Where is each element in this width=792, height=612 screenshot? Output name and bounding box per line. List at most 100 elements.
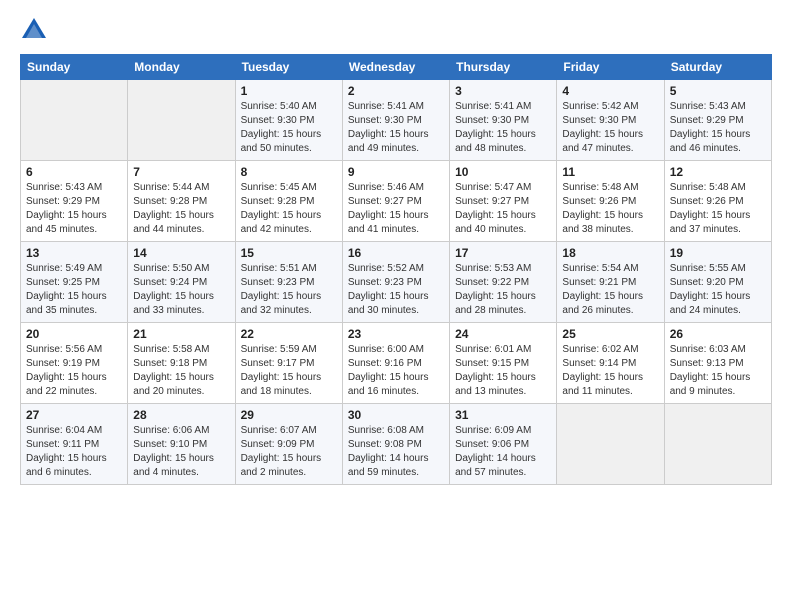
day-info: Sunrise: 5:56 AM Sunset: 9:19 PM Dayligh… (26, 343, 122, 399)
day-info: Sunrise: 6:03 AM Sunset: 9:13 PM Dayligh… (670, 343, 766, 399)
calendar-week-row: 1 Sunrise: 5:40 AM Sunset: 9:30 PM Daylig… (21, 80, 772, 161)
day-number: 22 (241, 327, 337, 341)
weekday-header-monday: Monday (128, 55, 235, 80)
calendar-cell (664, 404, 771, 485)
calendar-cell: 19Sunrise: 5:55 AM Sunset: 9:20 PM Dayli… (664, 242, 771, 323)
day-number: 9 (348, 165, 444, 179)
calendar-cell: 23Sunrise: 6:00 AM Sunset: 9:16 PM Dayli… (342, 323, 449, 404)
day-info: Sunrise: 6:06 AM Sunset: 9:10 PM Dayligh… (133, 424, 229, 480)
day-info: Sunrise: 6:00 AM Sunset: 9:16 PM Dayligh… (348, 343, 444, 399)
day-number: 28 (133, 408, 229, 422)
day-info: Sunrise: 5:43 AM Sunset: 9:29 PM Dayligh… (670, 100, 766, 156)
calendar-cell: 10 Sunrise: 5:47 AM Sunset: 9:27 PM Dayli… (450, 161, 557, 242)
calendar-cell: 30 Sunrise: 6:08 AM Sunset: 9:08 PM Dayli… (342, 404, 449, 485)
calendar-cell: 9 Sunrise: 5:46 AM Sunset: 9:27 PM Daylig… (342, 161, 449, 242)
day-info: Sunrise: 5:49 AM Sunset: 9:25 PM Dayligh… (26, 262, 122, 318)
day-number: 13 (26, 246, 122, 260)
day-number: 30 (348, 408, 444, 422)
day-info: Sunrise: 5:55 AM Sunset: 9:20 PM Dayligh… (670, 262, 766, 318)
calendar-week-row: 13 Sunrise: 5:49 AM Sunset: 9:25 PM Dayli… (21, 242, 772, 323)
day-info: Sunrise: 6:01 AM Sunset: 9:15 PM Dayligh… (455, 343, 551, 399)
calendar-cell: 2Sunrise: 5:41 AM Sunset: 9:30 PM Daylig… (342, 80, 449, 161)
calendar-cell: 14 Sunrise: 5:50 AM Sunset: 9:24 PM Dayli… (128, 242, 235, 323)
calendar-cell: 21Sunrise: 5:58 AM Sunset: 9:18 PM Dayli… (128, 323, 235, 404)
calendar-cell: 15 Sunrise: 5:51 AM Sunset: 9:23 PM Dayli… (235, 242, 342, 323)
calendar-cell: 13 Sunrise: 5:49 AM Sunset: 9:25 PM Dayli… (21, 242, 128, 323)
calendar-cell: 28 Sunrise: 6:06 AM Sunset: 9:10 PM Dayli… (128, 404, 235, 485)
calendar-cell: 7 Sunrise: 5:44 AM Sunset: 9:28 PM Daylig… (128, 161, 235, 242)
calendar-cell: 29 Sunrise: 6:07 AM Sunset: 9:09 PM Dayli… (235, 404, 342, 485)
day-info: Sunrise: 6:08 AM Sunset: 9:08 PM Dayligh… (348, 424, 444, 480)
calendar-cell: 26 Sunrise: 6:03 AM Sunset: 9:13 PM Dayli… (664, 323, 771, 404)
page: SundayMondayTuesdayWednesdayThursdayFrid… (0, 0, 792, 495)
calendar-cell (128, 80, 235, 161)
day-info: Sunrise: 5:46 AM Sunset: 9:27 PM Dayligh… (348, 181, 444, 237)
calendar-cell: 22 Sunrise: 5:59 AM Sunset: 9:17 PM Dayli… (235, 323, 342, 404)
day-number: 2 (348, 84, 444, 98)
day-info: Sunrise: 5:47 AM Sunset: 9:27 PM Dayligh… (455, 181, 551, 237)
day-number: 26 (670, 327, 766, 341)
weekday-header-tuesday: Tuesday (235, 55, 342, 80)
logo (20, 16, 50, 44)
day-number: 8 (241, 165, 337, 179)
day-number: 4 (562, 84, 658, 98)
logo-icon (20, 16, 48, 44)
weekday-header-row: SundayMondayTuesdayWednesdayThursdayFrid… (21, 55, 772, 80)
day-info: Sunrise: 5:48 AM Sunset: 9:26 PM Dayligh… (562, 181, 658, 237)
day-number: 15 (241, 246, 337, 260)
day-info: Sunrise: 6:02 AM Sunset: 9:14 PM Dayligh… (562, 343, 658, 399)
calendar-cell: 5Sunrise: 5:43 AM Sunset: 9:29 PM Daylig… (664, 80, 771, 161)
day-info: Sunrise: 5:41 AM Sunset: 9:30 PM Dayligh… (455, 100, 551, 156)
weekday-header-saturday: Saturday (664, 55, 771, 80)
calendar-cell: 3 Sunrise: 5:41 AM Sunset: 9:30 PM Daylig… (450, 80, 557, 161)
calendar-cell: 6 Sunrise: 5:43 AM Sunset: 9:29 PM Daylig… (21, 161, 128, 242)
day-number: 20 (26, 327, 122, 341)
day-number: 25 (562, 327, 658, 341)
day-info: Sunrise: 6:09 AM Sunset: 9:06 PM Dayligh… (455, 424, 551, 480)
day-number: 29 (241, 408, 337, 422)
day-number: 12 (670, 165, 766, 179)
day-number: 14 (133, 246, 229, 260)
calendar-cell: 4 Sunrise: 5:42 AM Sunset: 9:30 PM Daylig… (557, 80, 664, 161)
calendar-week-row: 20 Sunrise: 5:56 AM Sunset: 9:19 PM Dayli… (21, 323, 772, 404)
day-number: 10 (455, 165, 551, 179)
day-info: Sunrise: 5:52 AM Sunset: 9:23 PM Dayligh… (348, 262, 444, 318)
day-info: Sunrise: 5:51 AM Sunset: 9:23 PM Dayligh… (241, 262, 337, 318)
day-number: 6 (26, 165, 122, 179)
day-info: Sunrise: 6:04 AM Sunset: 9:11 PM Dayligh… (26, 424, 122, 480)
calendar-cell: 27 Sunrise: 6:04 AM Sunset: 9:11 PM Dayli… (21, 404, 128, 485)
day-info: Sunrise: 5:42 AM Sunset: 9:30 PM Dayligh… (562, 100, 658, 156)
day-number: 24 (455, 327, 551, 341)
calendar-week-row: 6 Sunrise: 5:43 AM Sunset: 9:29 PM Daylig… (21, 161, 772, 242)
day-number: 3 (455, 84, 551, 98)
calendar-cell (21, 80, 128, 161)
weekday-header-sunday: Sunday (21, 55, 128, 80)
calendar-cell: 16 Sunrise: 5:52 AM Sunset: 9:23 PM Dayli… (342, 242, 449, 323)
calendar-cell: 1 Sunrise: 5:40 AM Sunset: 9:30 PM Daylig… (235, 80, 342, 161)
calendar-cell: 11 Sunrise: 5:48 AM Sunset: 9:26 PM Dayli… (557, 161, 664, 242)
day-info: Sunrise: 5:44 AM Sunset: 9:28 PM Dayligh… (133, 181, 229, 237)
day-info: Sunrise: 5:50 AM Sunset: 9:24 PM Dayligh… (133, 262, 229, 318)
calendar-cell: 17Sunrise: 5:53 AM Sunset: 9:22 PM Dayli… (450, 242, 557, 323)
day-info: Sunrise: 6:07 AM Sunset: 9:09 PM Dayligh… (241, 424, 337, 480)
day-number: 31 (455, 408, 551, 422)
calendar-table: SundayMondayTuesdayWednesdayThursdayFrid… (20, 54, 772, 485)
day-info: Sunrise: 5:48 AM Sunset: 9:26 PM Dayligh… (670, 181, 766, 237)
day-number: 11 (562, 165, 658, 179)
day-number: 16 (348, 246, 444, 260)
day-info: Sunrise: 5:53 AM Sunset: 9:22 PM Dayligh… (455, 262, 551, 318)
calendar-cell: 12 Sunrise: 5:48 AM Sunset: 9:26 PM Dayli… (664, 161, 771, 242)
day-info: Sunrise: 5:58 AM Sunset: 9:18 PM Dayligh… (133, 343, 229, 399)
day-number: 27 (26, 408, 122, 422)
header (20, 16, 772, 44)
calendar-cell: 18 Sunrise: 5:54 AM Sunset: 9:21 PM Dayli… (557, 242, 664, 323)
day-info: Sunrise: 5:59 AM Sunset: 9:17 PM Dayligh… (241, 343, 337, 399)
day-number: 1 (241, 84, 337, 98)
day-number: 18 (562, 246, 658, 260)
calendar-week-row: 27 Sunrise: 6:04 AM Sunset: 9:11 PM Dayli… (21, 404, 772, 485)
day-info: Sunrise: 5:43 AM Sunset: 9:29 PM Dayligh… (26, 181, 122, 237)
day-info: Sunrise: 5:40 AM Sunset: 9:30 PM Dayligh… (241, 100, 337, 156)
day-number: 7 (133, 165, 229, 179)
day-info: Sunrise: 5:54 AM Sunset: 9:21 PM Dayligh… (562, 262, 658, 318)
calendar-cell: 20 Sunrise: 5:56 AM Sunset: 9:19 PM Dayli… (21, 323, 128, 404)
